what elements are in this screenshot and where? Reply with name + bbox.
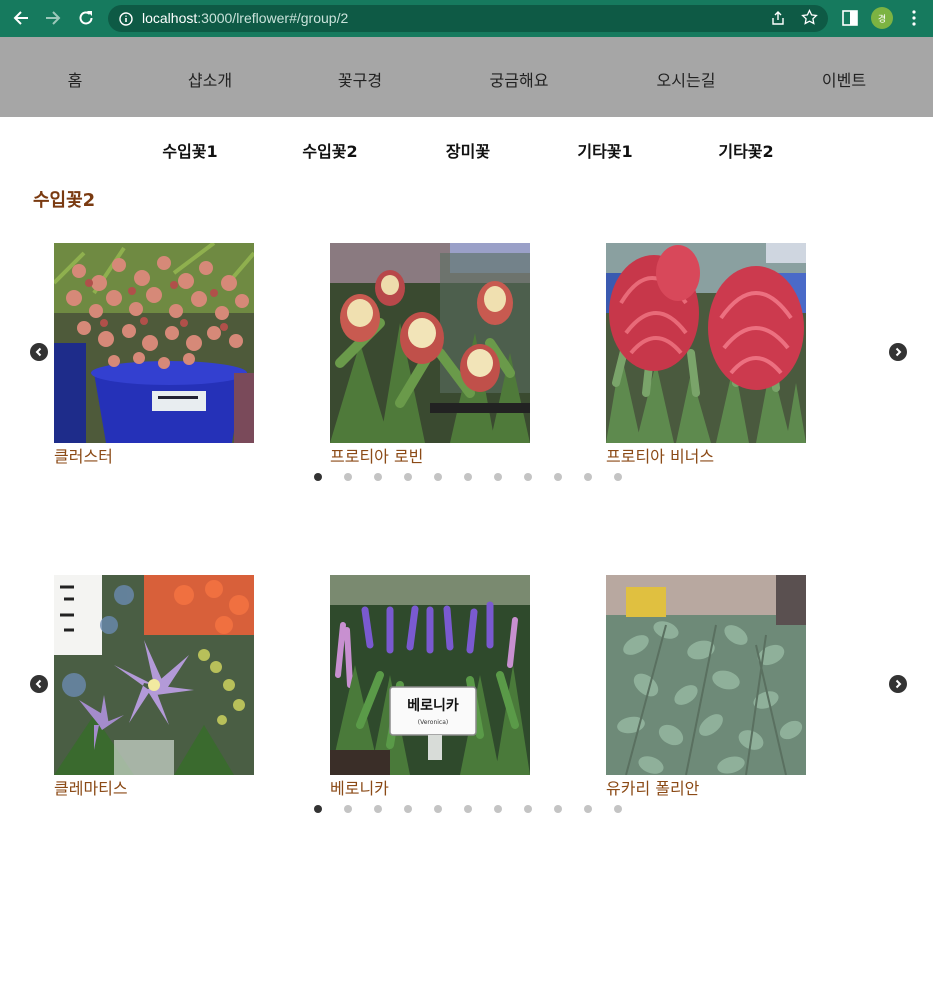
forward-arrow-icon[interactable] [42, 7, 64, 29]
flower-card[interactable]: 클러스터 [54, 243, 254, 466]
flower-name[interactable]: 유카리 폴리안 [606, 775, 699, 799]
carousel-prev-button[interactable] [30, 675, 48, 693]
avatar-initial: 경 [877, 14, 887, 25]
pagination-dot[interactable] [464, 473, 472, 481]
protea-robin-photo[interactable] [330, 243, 530, 443]
nav-home[interactable]: 홈 [68, 67, 83, 91]
url-host: localhost [142, 10, 198, 26]
pagination-dot[interactable] [584, 473, 592, 481]
flower-name[interactable]: 베로니카 [330, 775, 389, 799]
profile-avatar[interactable]: 경 [871, 7, 893, 29]
chevron-right-icon [895, 347, 902, 357]
pagination-dot[interactable] [524, 805, 532, 813]
main-nav: 홈 샵소개 꽃구경 궁금해요 오시는길 이벤트 [0, 37, 933, 117]
chevron-left-icon [35, 679, 42, 689]
carousel-next-button[interactable] [889, 675, 907, 693]
pagination-dot[interactable] [314, 473, 322, 481]
flower-name[interactable]: 클러스터 [54, 443, 113, 467]
pagination-dot[interactable] [374, 473, 382, 481]
browser-toolbar: localhost:3000/lreflower#/group/2 경 [0, 0, 933, 37]
pagination-dot[interactable] [434, 805, 442, 813]
veronica-photo[interactable]: 베로니카 (Veronica) [330, 575, 530, 775]
nav-flower-gallery[interactable]: 꽃구경 [338, 67, 382, 91]
flower-carousel-1: 클러스터 프로티아 로빈 프로티아 비너스 [0, 243, 933, 493]
pagination-dot[interactable] [344, 473, 352, 481]
cluster-flower-photo[interactable] [54, 243, 254, 443]
eucalyptus-polyan-photo[interactable] [606, 575, 806, 775]
flower-name[interactable]: 프로티아 로빈 [330, 443, 423, 467]
pagination-dot[interactable] [374, 805, 382, 813]
pagination-dot[interactable] [584, 805, 592, 813]
pagination-dot[interactable] [494, 473, 502, 481]
reload-icon[interactable] [75, 7, 97, 29]
back-arrow-icon[interactable] [10, 7, 32, 29]
nav-event[interactable]: 이벤트 [822, 67, 866, 91]
pagination-dot[interactable] [344, 805, 352, 813]
flower-name[interactable]: 클레마티스 [54, 775, 128, 799]
veronica-sign-title: 베로니카 [407, 698, 459, 714]
pagination-dot[interactable] [554, 473, 562, 481]
nav-directions[interactable]: 오시는길 [657, 67, 716, 91]
pagination-dot[interactable] [614, 473, 622, 481]
nav-shop-intro[interactable]: 샵소개 [188, 67, 232, 91]
url-text: localhost:3000/lreflower#/group/2 [142, 10, 348, 26]
subnav-other-flower-1[interactable]: 기타꽃1 [577, 138, 632, 162]
subnav-roses[interactable]: 장미꽃 [446, 138, 490, 162]
flower-card[interactable]: 유카리 폴리안 [606, 575, 806, 798]
subnav-other-flower-2[interactable]: 기타꽃2 [718, 138, 773, 162]
subnav-import-flower-2[interactable]: 수입꽃2 [302, 138, 357, 162]
pagination-dot[interactable] [404, 805, 412, 813]
clematis-photo[interactable] [54, 575, 254, 775]
subnav-import-flower-1[interactable]: 수입꽃1 [162, 138, 217, 162]
pagination-dot[interactable] [494, 805, 502, 813]
side-panel-icon[interactable] [842, 10, 858, 30]
pagination-dot[interactable] [314, 805, 322, 813]
chevron-left-icon [35, 347, 42, 357]
section-title: 수입꽃2 [33, 190, 96, 211]
pagination-dot[interactable] [404, 473, 412, 481]
pagination-dot[interactable] [614, 805, 622, 813]
bookmark-star-icon[interactable] [801, 8, 818, 30]
url-path: :3000/lreflower#/group/2 [197, 10, 349, 26]
flower-carousel-2: 클레마티스 베로니카 (Veronica) 베로니카 유카리 폴리안 [0, 575, 933, 825]
pagination-dot[interactable] [554, 805, 562, 813]
flower-card[interactable]: 프로티아 로빈 [330, 243, 530, 466]
carousel-prev-button[interactable] [30, 343, 48, 361]
pagination-dot[interactable] [524, 473, 532, 481]
share-icon[interactable] [770, 10, 786, 30]
protea-venus-photo[interactable] [606, 243, 806, 443]
veronica-sign-subtitle: (Veronica) [418, 719, 448, 726]
pagination-dot[interactable] [464, 805, 472, 813]
nav-faq[interactable]: 궁금해요 [490, 67, 549, 91]
flower-name[interactable]: 프로티아 비너스 [606, 443, 714, 467]
address-bar[interactable]: localhost:3000/lreflower#/group/2 [108, 5, 828, 32]
pagination-dot[interactable] [434, 473, 442, 481]
carousel-next-button[interactable] [889, 343, 907, 361]
chevron-right-icon [895, 679, 902, 689]
flower-card[interactable]: 클레마티스 [54, 575, 254, 798]
flower-card[interactable]: 베로니카 (Veronica) 베로니카 [330, 575, 530, 798]
flower-card[interactable]: 프로티아 비너스 [606, 243, 806, 466]
more-menu-icon[interactable] [912, 10, 916, 30]
site-info-icon[interactable] [119, 11, 133, 30]
